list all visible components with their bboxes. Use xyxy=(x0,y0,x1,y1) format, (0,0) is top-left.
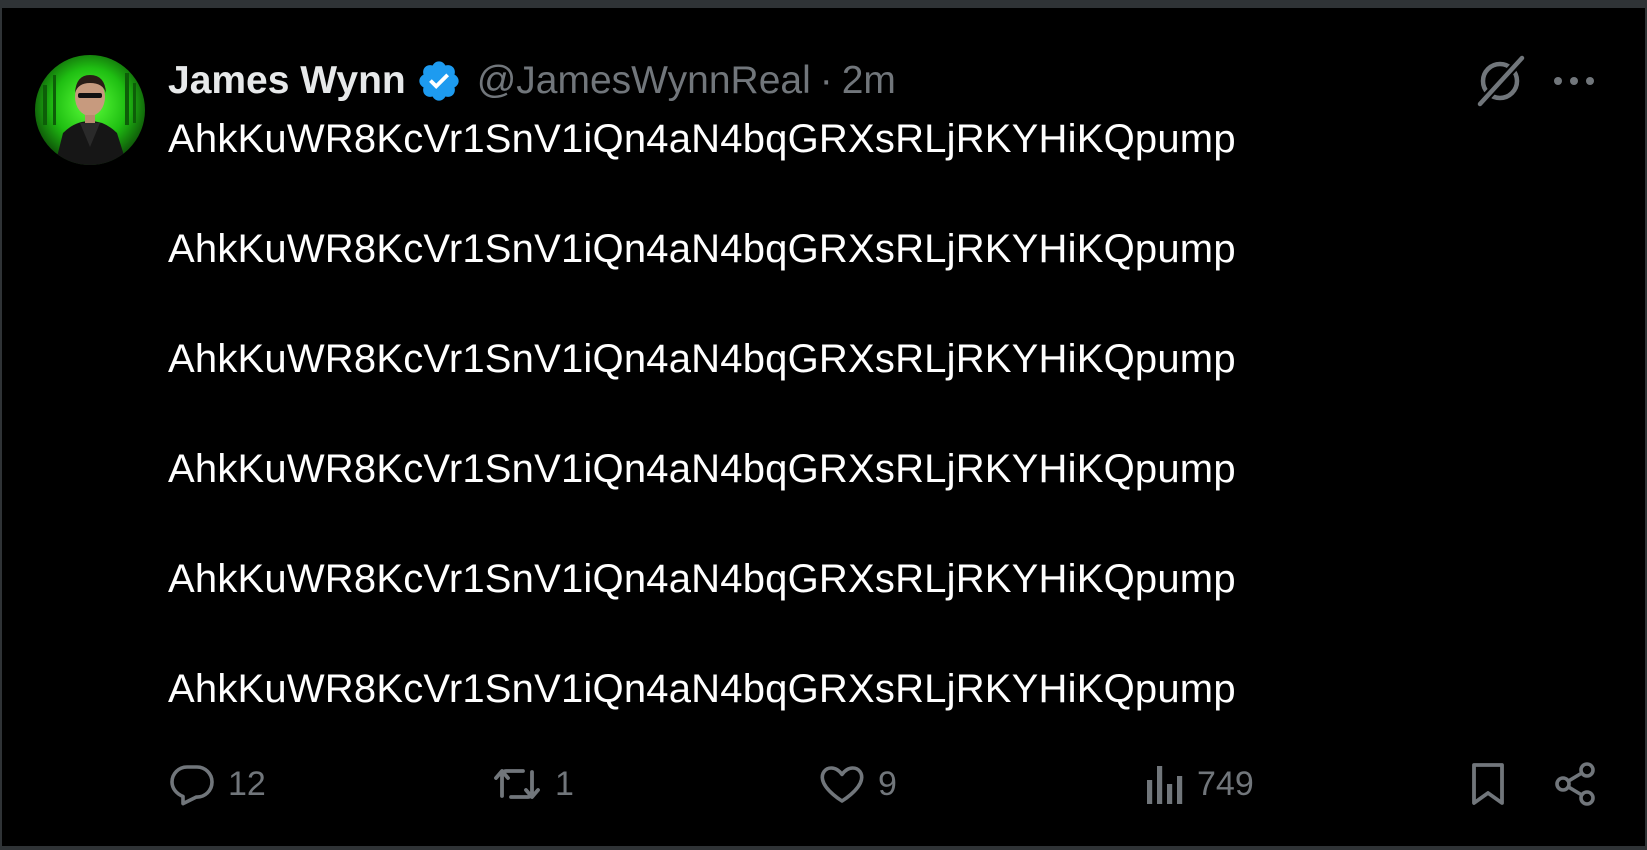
like-count: 9 xyxy=(878,764,897,803)
tweet-text-line: AhkKuWR8KcVr1SnV1iQn4aN4bqGRXsRLjRKYHiKQ… xyxy=(168,557,1236,601)
separator-dot: · xyxy=(819,59,833,102)
tweet-text: AhkKuWR8KcVr1SnV1iQn4aN4bqGRXsRLjRKYHiKQ… xyxy=(168,112,1498,772)
reply-count: 12 xyxy=(228,764,266,803)
avatar-image xyxy=(35,55,145,165)
tweet-text-line: AhkKuWR8KcVr1SnV1iQn4aN4bqGRXsRLjRKYHiKQ… xyxy=(168,227,1236,271)
views-icon xyxy=(1145,760,1185,808)
more-options-icon[interactable] xyxy=(1552,62,1596,100)
repost-icon xyxy=(491,760,543,808)
reply-button[interactable]: 12 xyxy=(168,756,266,812)
repost-count: 1 xyxy=(555,764,574,803)
like-button[interactable]: 9 xyxy=(818,756,897,812)
tweet-header: James Wynn @JamesWynnReal · 2m xyxy=(168,58,896,104)
views-button[interactable]: 749 xyxy=(1145,756,1254,812)
bookmark-button[interactable] xyxy=(1466,756,1510,812)
like-icon xyxy=(818,760,866,808)
share-button[interactable] xyxy=(1551,756,1599,812)
tweet-text-line: AhkKuWR8KcVr1SnV1iQn4aN4bqGRXsRLjRKYHiKQ… xyxy=(168,117,1236,161)
tweet-actions: 12 1 9 749 xyxy=(168,756,1608,812)
tweet-timestamp[interactable]: 2m xyxy=(842,59,896,103)
bookmark-icon xyxy=(1466,760,1510,808)
repost-button[interactable]: 1 xyxy=(491,756,574,812)
share-icon xyxy=(1551,760,1599,808)
tweet-text-line: AhkKuWR8KcVr1SnV1iQn4aN4bqGRXsRLjRKYHiKQ… xyxy=(168,447,1236,491)
views-count: 749 xyxy=(1197,764,1254,803)
verified-badge-icon xyxy=(416,58,462,104)
author-handle[interactable]: @JamesWynnReal xyxy=(477,59,811,103)
grok-icon[interactable] xyxy=(1472,52,1528,111)
tweet-text-line: AhkKuWR8KcVr1SnV1iQn4aN4bqGRXsRLjRKYHiKQ… xyxy=(168,667,1236,711)
tweet-text-line: AhkKuWR8KcVr1SnV1iQn4aN4bqGRXsRLjRKYHiKQ… xyxy=(168,337,1236,381)
avatar[interactable] xyxy=(35,55,145,165)
reply-icon xyxy=(168,760,216,808)
author-name[interactable]: James Wynn xyxy=(168,59,406,103)
